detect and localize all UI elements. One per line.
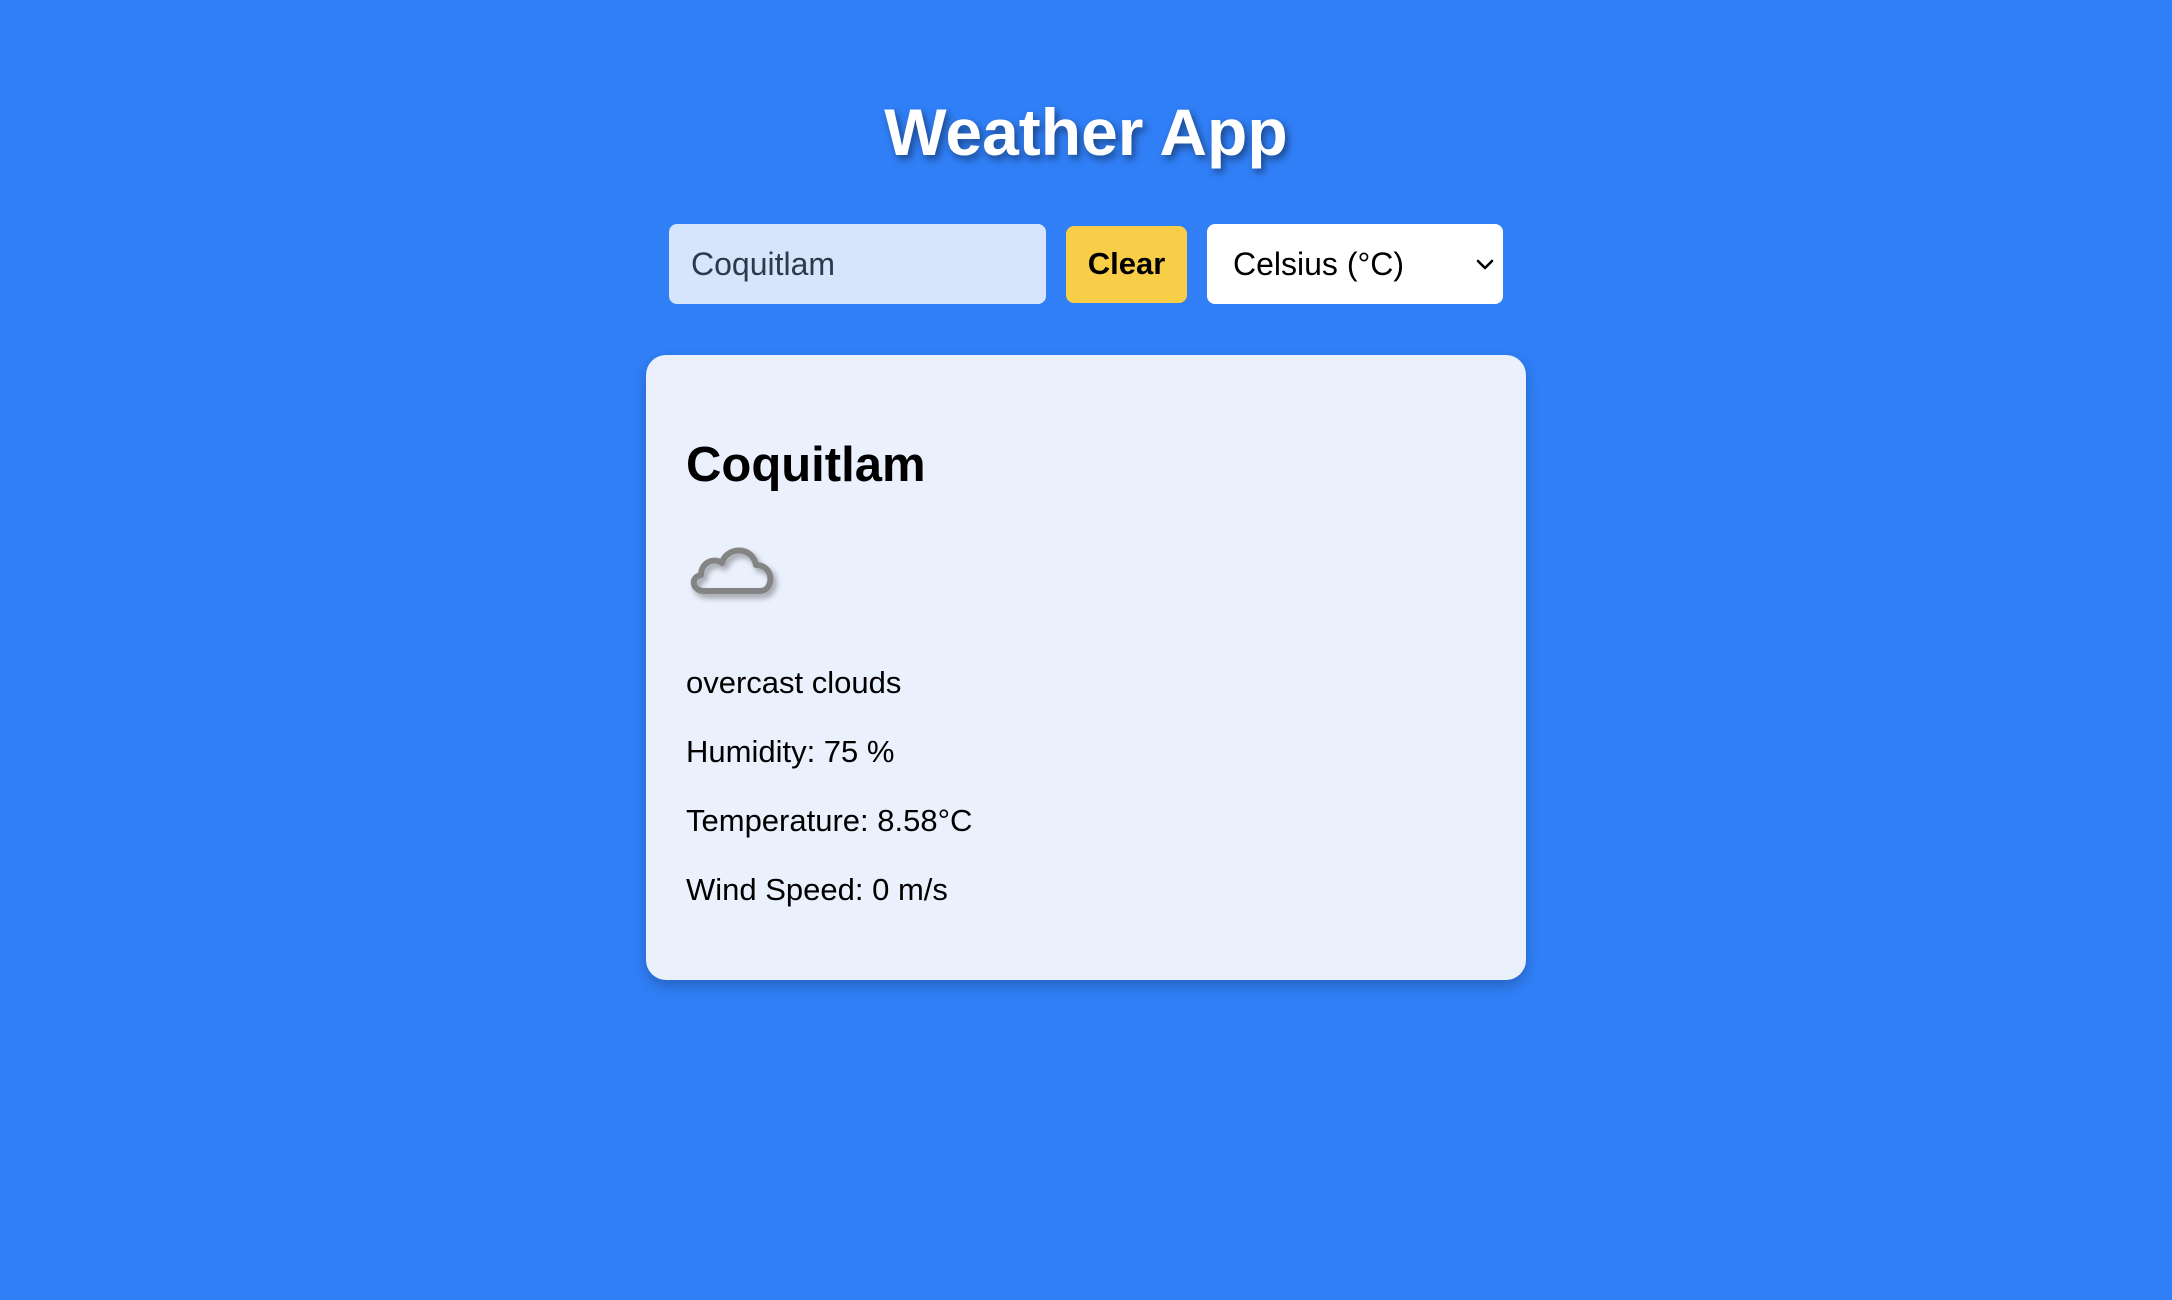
search-controls: Clear Celsius (°C)	[669, 224, 1503, 304]
clear-button[interactable]: Clear	[1066, 225, 1187, 303]
cloud-icon	[690, 547, 774, 594]
city-search-input[interactable]	[669, 224, 1046, 304]
app-title: Weather App	[884, 95, 1288, 169]
chevron-down-icon	[1476, 259, 1494, 270]
city-name: Coquitlam	[686, 438, 926, 492]
weather-description: overcast clouds	[686, 665, 902, 700]
weather-card: Coquitlam overcast clouds Humidity: 75 %…	[646, 355, 1526, 980]
wind-speed-text: Wind Speed: 0 m/s	[686, 872, 948, 907]
temperature-text: Temperature: 8.58°C	[686, 803, 973, 838]
humidity-text: Humidity: 75 %	[686, 734, 895, 769]
unit-select[interactable]: Celsius (°C)	[1207, 224, 1503, 304]
unit-select-value: Celsius (°C)	[1233, 245, 1405, 282]
